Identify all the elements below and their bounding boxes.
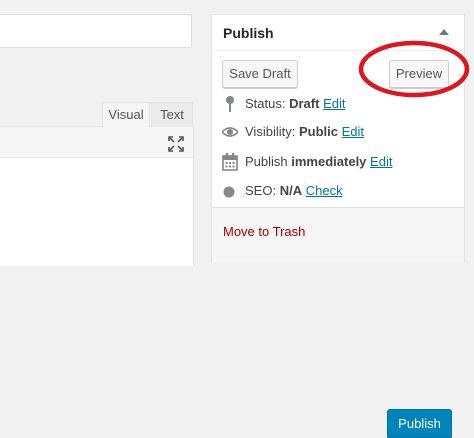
save-draft-button[interactable]: Save Draft xyxy=(222,60,298,88)
visibility-value: Public xyxy=(298,124,338,139)
preview-button[interactable]: Preview xyxy=(389,60,449,88)
edit-status-link[interactable]: Edit xyxy=(323,96,345,111)
seo-label: SEO: xyxy=(245,183,277,198)
publish-box-title: Publish xyxy=(223,25,274,41)
edit-schedule-link[interactable]: Edit xyxy=(370,154,392,169)
seo-dot-icon xyxy=(223,186,235,198)
move-to-trash-link[interactable]: Move to Trash xyxy=(223,224,305,240)
calendar-icon xyxy=(222,153,238,171)
schedule-label: Publish xyxy=(245,154,288,169)
fullscreen-icon[interactable] xyxy=(168,136,184,152)
pin-icon xyxy=(226,96,234,112)
caret-up-icon[interactable] xyxy=(439,28,449,36)
publish-box-header[interactable]: Publish xyxy=(212,15,464,51)
visibility-label: Visibility: xyxy=(245,124,296,139)
schedule-value: immediately xyxy=(291,154,367,169)
eye-icon xyxy=(222,127,238,137)
tab-visual[interactable]: Visual xyxy=(102,102,150,127)
tab-text[interactable]: Text xyxy=(151,102,193,127)
editor-toolbar xyxy=(0,126,194,158)
seo-value: N/A xyxy=(279,183,303,198)
post-title-input[interactable] xyxy=(0,14,192,48)
publish-button[interactable]: Publish xyxy=(387,409,452,438)
major-publishing-actions: Move to Trash Publish xyxy=(212,207,464,438)
status-label: Status: xyxy=(245,96,286,111)
publish-box: Publish Save Draft Preview Status: Draft… xyxy=(211,14,465,438)
edit-visibility-link[interactable]: Edit xyxy=(342,124,364,139)
status-value: Draft xyxy=(289,96,320,111)
seo-check-link[interactable]: Check xyxy=(306,183,343,198)
